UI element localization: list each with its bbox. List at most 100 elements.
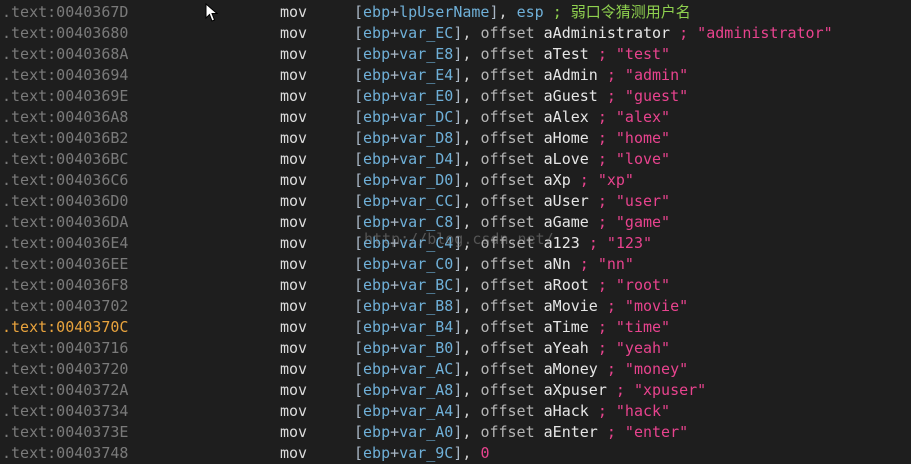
listing-row[interactable]: .text:00403720 mov [ebp+var_AC], offset aM… bbox=[0, 359, 911, 380]
listing-row[interactable]: .text:004036B2 mov [ebp+var_D8], offset aH… bbox=[0, 128, 911, 149]
mnemonic[interactable]: mov bbox=[280, 86, 307, 107]
stack-variable: var_A8 bbox=[399, 381, 454, 399]
operands[interactable]: [ebp+var_A4], offset aHack ; "hack" bbox=[354, 401, 670, 422]
address[interactable]: .text:00403702 bbox=[2, 296, 128, 317]
operands[interactable]: [ebp+var_AC], offset aMoney ; "money" bbox=[354, 359, 688, 380]
operands[interactable]: [ebp+var_E4], offset aAdmin ; "admin" bbox=[354, 65, 688, 86]
mnemonic[interactable]: mov bbox=[280, 233, 307, 254]
operands[interactable]: [ebp+var_E8], offset aTest ; "test" bbox=[354, 44, 670, 65]
address[interactable]: .text:004036B2 bbox=[2, 128, 128, 149]
listing-row[interactable]: .text:004036D0 mov [ebp+var_CC], offset aU… bbox=[0, 191, 911, 212]
operands[interactable]: [ebp+var_D4], offset aLove ; "love" bbox=[354, 149, 670, 170]
address[interactable]: .text:00403716 bbox=[2, 338, 128, 359]
address[interactable]: .text:0040369E bbox=[2, 86, 128, 107]
listing-row[interactable]: .text:0040368A mov [ebp+var_E8], offset aT… bbox=[0, 44, 911, 65]
plus-sign: + bbox=[390, 150, 400, 168]
operands[interactable]: [ebp+var_E0], offset aGuest ; "guest" bbox=[354, 86, 688, 107]
base-register: ebp bbox=[363, 3, 391, 21]
address[interactable]: .text:00403680 bbox=[2, 23, 128, 44]
plus-sign: + bbox=[390, 66, 400, 84]
mnemonic[interactable]: mov bbox=[280, 275, 307, 296]
address[interactable]: .text:004036D0 bbox=[2, 191, 128, 212]
mnemonic[interactable]: mov bbox=[280, 149, 307, 170]
listing-row[interactable]: .text:004036A8 mov [ebp+var_DC], offset aA… bbox=[0, 107, 911, 128]
address[interactable]: .text:004036EE bbox=[2, 254, 128, 275]
operands[interactable]: [ebp+var_EC], offset aAdministrator ; "a… bbox=[354, 23, 833, 44]
listing-row[interactable]: .text:00403694 mov [ebp+var_E4], offset aA… bbox=[0, 65, 911, 86]
mnemonic[interactable]: mov bbox=[280, 23, 307, 44]
mnemonic[interactable]: mov bbox=[280, 65, 307, 86]
mnemonic[interactable]: mov bbox=[280, 422, 307, 443]
mnemonic[interactable]: mov bbox=[280, 380, 307, 401]
listing-row[interactable]: .text:00403680 mov [ebp+var_EC], offset aA… bbox=[0, 23, 911, 44]
string-symbol: aGuest bbox=[543, 87, 598, 105]
address[interactable]: .text:0040368A bbox=[2, 44, 128, 65]
listing-row[interactable]: .text:004036C6 mov [ebp+var_D0], offset aX… bbox=[0, 170, 911, 191]
address[interactable]: .text:004036DA bbox=[2, 212, 128, 233]
listing-row[interactable]: .text:0040367D mov [ebp+lpUserName], esp ;… bbox=[0, 2, 911, 23]
listing-row[interactable]: .text:0040369E mov [ebp+var_E0], offset aG… bbox=[0, 86, 911, 107]
listing-row[interactable]: .text:004036BC mov [ebp+var_D4], offset aL… bbox=[0, 149, 911, 170]
operands[interactable]: [ebp+var_C0], offset aNn ; "nn" bbox=[354, 254, 634, 275]
operands[interactable]: [ebp+var_BC], offset aRoot ; "root" bbox=[354, 275, 670, 296]
plus-sign: + bbox=[390, 276, 400, 294]
mnemonic[interactable]: mov bbox=[280, 212, 307, 233]
operands[interactable]: [ebp+var_B8], offset aMovie ; "movie" bbox=[354, 296, 688, 317]
comment: ; "admin" bbox=[606, 66, 689, 84]
address[interactable]: .text:00403720 bbox=[2, 359, 128, 380]
address[interactable]: .text:004036C6 bbox=[2, 170, 128, 191]
listing-row[interactable]: .text:00403748 mov [ebp+var_9C], 0 bbox=[0, 443, 911, 464]
address[interactable]: .text:004036A8 bbox=[2, 107, 128, 128]
operands[interactable]: [ebp+var_9C], 0 bbox=[354, 443, 489, 464]
mnemonic[interactable]: mov bbox=[280, 107, 307, 128]
mnemonic[interactable]: mov bbox=[280, 317, 307, 338]
listing-row[interactable]: .text:0040370C mov [ebp+var_B4], offset aT… bbox=[0, 317, 911, 338]
operands[interactable]: [ebp+var_DC], offset aAlex ; "alex" bbox=[354, 107, 670, 128]
address[interactable]: .text:0040372A bbox=[2, 380, 128, 401]
operands[interactable]: [ebp+lpUserName], esp ; 弱口令猜测用户名 bbox=[354, 2, 691, 23]
operands[interactable]: [ebp+var_B4], offset aTime ; "time" bbox=[354, 317, 670, 338]
mnemonic[interactable]: mov bbox=[280, 128, 307, 149]
listing-row[interactable]: .text:004036EE mov [ebp+var_C0], offset aN… bbox=[0, 254, 911, 275]
address[interactable]: .text:004036E4 bbox=[2, 233, 128, 254]
mnemonic[interactable]: mov bbox=[280, 338, 307, 359]
base-register: ebp bbox=[363, 381, 391, 399]
listing-row[interactable]: .text:00403716 mov [ebp+var_B0], offset aY… bbox=[0, 338, 911, 359]
operands[interactable]: [ebp+var_CC], offset aUser ; "user" bbox=[354, 191, 670, 212]
listing-row[interactable]: .text:0040373E mov [ebp+var_A0], offset aE… bbox=[0, 422, 911, 443]
address[interactable]: .text:0040367D bbox=[2, 2, 128, 23]
address[interactable]: .text:00403748 bbox=[2, 443, 128, 464]
address[interactable]: .text:00403694 bbox=[2, 65, 128, 86]
address[interactable]: .text:00403734 bbox=[2, 401, 128, 422]
mnemonic[interactable]: mov bbox=[280, 401, 307, 422]
address[interactable]: .text:004036F8 bbox=[2, 275, 128, 296]
operands[interactable]: [ebp+var_B0], offset aYeah ; "yeah" bbox=[354, 338, 670, 359]
address[interactable]: .text:0040370C bbox=[2, 317, 128, 338]
listing-row[interactable]: .text:00403734 mov [ebp+var_A4], offset aH… bbox=[0, 401, 911, 422]
mnemonic[interactable]: mov bbox=[280, 359, 307, 380]
address[interactable]: .text:004036BC bbox=[2, 149, 128, 170]
mnemonic[interactable]: mov bbox=[280, 2, 307, 23]
operands[interactable]: [ebp+var_A8], offset aXpuser ; "xpuser" bbox=[354, 380, 706, 401]
listing-row[interactable]: .text:00403702 mov [ebp+var_B8], offset aM… bbox=[0, 296, 911, 317]
bracket-open: [ bbox=[354, 381, 364, 399]
mnemonic[interactable]: mov bbox=[280, 44, 307, 65]
operand-separator: , bbox=[462, 150, 481, 168]
stack-variable: var_D8 bbox=[399, 129, 454, 147]
operands[interactable]: [ebp+var_D0], offset aXp ; "xp" bbox=[354, 170, 634, 191]
listing-row[interactable]: .text:0040372A mov [ebp+var_A8], offset aX… bbox=[0, 380, 911, 401]
mnemonic[interactable]: mov bbox=[280, 170, 307, 191]
address[interactable]: .text:0040373E bbox=[2, 422, 128, 443]
offset-keyword: offset bbox=[480, 339, 535, 357]
mnemonic[interactable]: mov bbox=[280, 191, 307, 212]
operands[interactable]: [ebp+var_D8], offset aHome ; "home" bbox=[354, 128, 670, 149]
mnemonic[interactable]: mov bbox=[280, 254, 307, 275]
base-register: ebp bbox=[363, 360, 391, 378]
operands[interactable]: [ebp+var_A0], offset aEnter ; "enter" bbox=[354, 422, 688, 443]
mnemonic[interactable]: mov bbox=[280, 443, 307, 464]
listing-row[interactable]: .text:004036F8 mov [ebp+var_BC], offset aR… bbox=[0, 275, 911, 296]
mnemonic[interactable]: mov bbox=[280, 296, 307, 317]
